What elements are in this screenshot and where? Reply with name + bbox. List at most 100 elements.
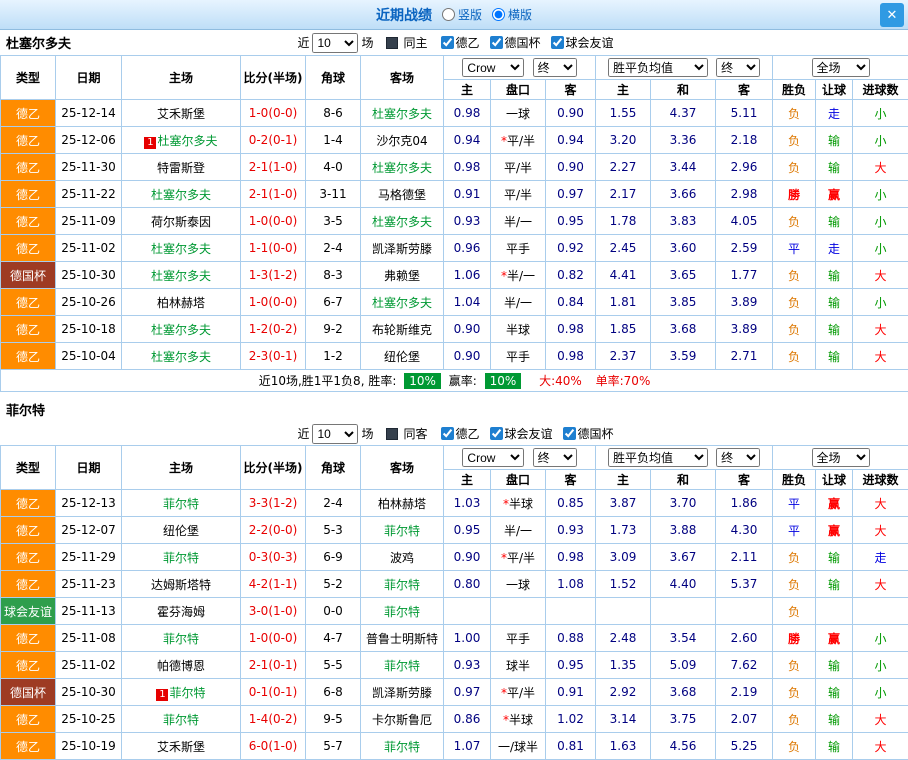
match-row: 德乙25-10-19艾禾斯堡6-0(1-0)5-7菲尔特1.07一/球半0.81… — [1, 733, 908, 760]
match-row: 德乙25-10-25菲尔特1-4(0-2)9-5卡尔斯鲁厄0.86*半球1.02… — [1, 706, 908, 733]
layout-vertical-radio[interactable] — [442, 8, 455, 21]
goals: 大 — [853, 316, 908, 343]
team-link: 霍芬海姆 — [157, 605, 205, 619]
odds-away: 0.94 — [546, 127, 596, 154]
odds-home: 0.97 — [444, 679, 491, 706]
layout-horizontal-radio[interactable] — [492, 8, 505, 21]
match-date: 25-10-19 — [56, 733, 122, 760]
avg-draw: 4.56 — [651, 733, 716, 760]
subcol-odds-home: 主 — [444, 80, 491, 100]
match-date: 25-11-02 — [56, 652, 122, 679]
team-link: 达姆斯塔特 — [151, 578, 211, 592]
team-link: 杜塞尔多夫 — [372, 296, 432, 310]
match-type: 德乙 — [1, 127, 56, 154]
match-corners: 8-3 — [306, 262, 361, 289]
rank-badge: 1 — [156, 689, 168, 701]
odds-away: 0.91 — [546, 679, 596, 706]
bookmaker-select[interactable]: Crow — [462, 448, 524, 467]
match-corners: 5-7 — [306, 733, 361, 760]
avg-select[interactable]: 胜平负均值 — [608, 448, 708, 467]
col-type: 类型 — [1, 56, 56, 100]
league-checkbox[interactable] — [490, 36, 503, 49]
result: 负 — [773, 100, 816, 127]
filter-controls: 近 10 场 同客 德乙 球会友谊 德国杯 — [294, 424, 613, 444]
away-team: 卡尔斯鲁厄 — [361, 706, 444, 733]
match-date: 25-10-04 — [56, 343, 122, 370]
league-checkbox[interactable] — [563, 427, 576, 440]
recent-count-select[interactable]: 10 — [312, 424, 358, 444]
match-date: 25-10-30 — [56, 679, 122, 706]
avg-draw: 3.54 — [651, 625, 716, 652]
avg-final-select[interactable]: 终 — [716, 58, 760, 77]
handicap-text: 平/半 — [507, 686, 535, 700]
match-row: 德乙25-11-02帕德博恩2-1(0-1)5-5菲尔特0.93球半0.951.… — [1, 652, 908, 679]
home-team: 艾禾斯堡 — [122, 733, 241, 760]
same-venue-checkbox[interactable] — [386, 37, 398, 49]
team-link: 杜塞尔多夫 — [151, 242, 211, 256]
league-checkbox[interactable] — [490, 427, 503, 440]
bookmaker-select[interactable]: Crow — [462, 58, 524, 77]
odds-away: 0.88 — [546, 625, 596, 652]
league-checkbox[interactable] — [441, 36, 454, 49]
odds-home: 0.90 — [444, 316, 491, 343]
away-team: 波鸡 — [361, 544, 444, 571]
match-type: 德乙 — [1, 289, 56, 316]
home-team: 柏林赫塔 — [122, 289, 241, 316]
league-filter[interactable]: 德国杯 — [553, 425, 614, 442]
match-score: 0-3(0-3) — [241, 544, 306, 571]
odds-home: 0.96 — [444, 235, 491, 262]
odds-final-select[interactable]: 终 — [533, 448, 577, 467]
team-link: 艾禾斯堡 — [157, 740, 205, 754]
avg-away: 2.98 — [716, 181, 773, 208]
same-venue-checkbox[interactable] — [386, 428, 398, 440]
handicap: 半/一 — [491, 208, 546, 235]
avg-select[interactable]: 胜平负均值 — [608, 58, 708, 77]
away-team: 凯泽斯劳滕 — [361, 679, 444, 706]
recent-count-select[interactable]: 10 — [312, 33, 358, 53]
away-team: 普鲁士明斯特 — [361, 625, 444, 652]
match-date: 25-11-23 — [56, 571, 122, 598]
league-checkbox[interactable] — [551, 36, 564, 49]
odds-away: 0.97 — [546, 181, 596, 208]
match-corners: 1-2 — [306, 343, 361, 370]
team-link: 杜塞尔多夫 — [151, 188, 211, 202]
same-venue-label: 同主 — [403, 34, 427, 51]
result: 负 — [773, 733, 816, 760]
handicap — [491, 598, 546, 625]
league-filter[interactable]: 德国杯 — [480, 34, 541, 51]
team-link: 沙尔克04 — [376, 134, 427, 148]
league-filter[interactable]: 球会友谊 — [480, 425, 553, 442]
result: 勝 — [773, 625, 816, 652]
match-corners: 6-7 — [306, 289, 361, 316]
avg-group-header: 胜平负均值 终 — [596, 56, 773, 80]
odds-final-select[interactable]: 终 — [533, 58, 577, 77]
scope-select[interactable]: 全场 — [812, 58, 870, 77]
scope-select[interactable]: 全场 — [812, 448, 870, 467]
handicap: *平/半 — [491, 544, 546, 571]
handicap-result: 赢 — [816, 517, 853, 544]
avg-home: 1.52 — [596, 571, 651, 598]
layout-vertical-option[interactable]: 竖版 — [442, 6, 482, 23]
match-score: 0-1(0-1) — [241, 679, 306, 706]
handicap-result: 赢 — [816, 181, 853, 208]
layout-horizontal-option[interactable]: 横版 — [492, 6, 532, 23]
close-button[interactable]: ✕ — [880, 3, 904, 27]
team-link: 菲尔特 — [163, 551, 199, 565]
league-filter[interactable]: 德乙 — [431, 34, 480, 51]
odds-group-header: Crow 终 — [444, 56, 596, 80]
match-date: 25-12-14 — [56, 100, 122, 127]
league-filter[interactable]: 德乙 — [431, 425, 480, 442]
odds-away: 0.95 — [546, 208, 596, 235]
handicap-result: 输 — [816, 733, 853, 760]
league-filter[interactable]: 球会友谊 — [541, 34, 614, 51]
match-row: 德乙25-11-30特雷斯登2-1(1-0)4-0杜塞尔多夫0.98平/半0.9… — [1, 154, 908, 181]
avg-draw: 4.40 — [651, 571, 716, 598]
avg-final-select[interactable]: 终 — [716, 448, 760, 467]
team-link: 艾禾斯堡 — [157, 107, 205, 121]
odds-home: 0.90 — [444, 544, 491, 571]
avg-away: 5.11 — [716, 100, 773, 127]
league-checkbox[interactable] — [441, 427, 454, 440]
avg-draw: 3.36 — [651, 127, 716, 154]
match-score: 1-0(0-0) — [241, 625, 306, 652]
goals: 大 — [853, 490, 908, 517]
